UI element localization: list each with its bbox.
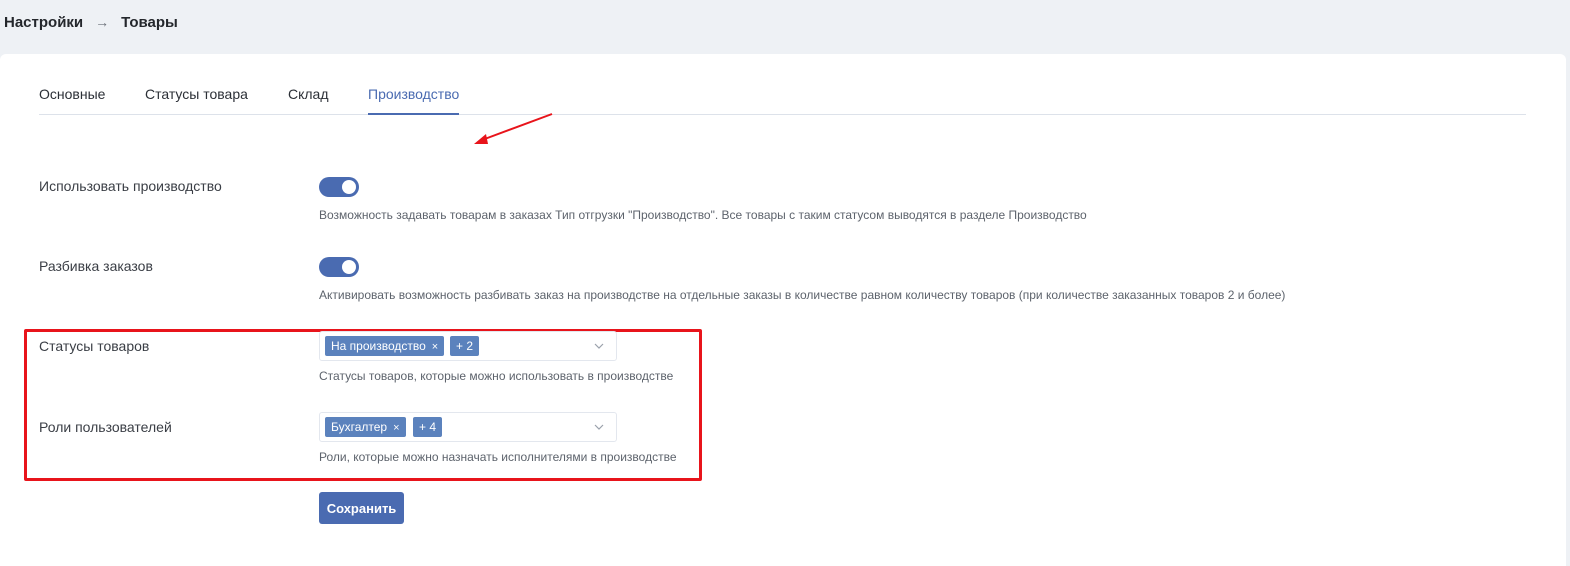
user-roles-select[interactable]: Бухгалтер × + 4 bbox=[319, 412, 617, 442]
use-production-toggle[interactable] bbox=[319, 177, 359, 197]
split-orders-toggle[interactable] bbox=[319, 257, 359, 277]
more-selected-badge: + 2 bbox=[450, 336, 480, 356]
toggle-knob bbox=[342, 260, 356, 274]
toggle-knob bbox=[342, 180, 356, 194]
split-orders-label: Разбивка заказов bbox=[39, 258, 153, 274]
tab-production[interactable]: Производство bbox=[368, 86, 460, 115]
chip-label: Бухгалтер bbox=[331, 420, 388, 434]
tab-general[interactable]: Основные bbox=[39, 86, 105, 113]
close-icon[interactable]: × bbox=[393, 422, 399, 434]
breadcrumb-root[interactable]: Настройки bbox=[4, 14, 83, 31]
annotation-arrow bbox=[474, 113, 553, 144]
settings-card: Основные Статусы товара Склад Производст… bbox=[0, 54, 1566, 566]
tab-bar: Основные Статусы товара Склад Производст… bbox=[39, 78, 1526, 115]
chevron-down-icon bbox=[594, 424, 604, 430]
product-statuses-label: Статусы товаров bbox=[39, 338, 150, 354]
chip-label: На производство bbox=[331, 339, 426, 353]
arrow-right-icon: → bbox=[95, 14, 110, 30]
use-production-hint: Возможность задавать товарам в заказах Т… bbox=[319, 208, 1087, 222]
product-statuses-select[interactable]: На производство × + 2 bbox=[319, 331, 617, 361]
user-roles-label: Роли пользователей bbox=[39, 419, 172, 435]
product-statuses-hint: Статусы товаров, которые можно использов… bbox=[319, 369, 674, 383]
split-orders-hint: Активировать возможность разбивать заказ… bbox=[319, 288, 1286, 302]
tab-product-statuses[interactable]: Статусы товара bbox=[145, 86, 248, 113]
user-roles-hint: Роли, которые можно назначать исполнител… bbox=[319, 450, 677, 464]
tab-warehouse[interactable]: Склад bbox=[288, 86, 329, 113]
breadcrumb: Настройки → Товары bbox=[4, 12, 178, 32]
selected-chip: Бухгалтер × bbox=[325, 417, 406, 437]
breadcrumb-current: Товары bbox=[121, 13, 178, 31]
use-production-label: Использовать производство bbox=[39, 178, 222, 194]
selected-chip: На производство × bbox=[325, 336, 445, 356]
save-button[interactable]: Сохранить bbox=[319, 492, 404, 524]
more-selected-badge: + 4 bbox=[413, 417, 443, 437]
chevron-down-icon bbox=[594, 343, 604, 349]
close-icon[interactable]: × bbox=[432, 341, 438, 353]
